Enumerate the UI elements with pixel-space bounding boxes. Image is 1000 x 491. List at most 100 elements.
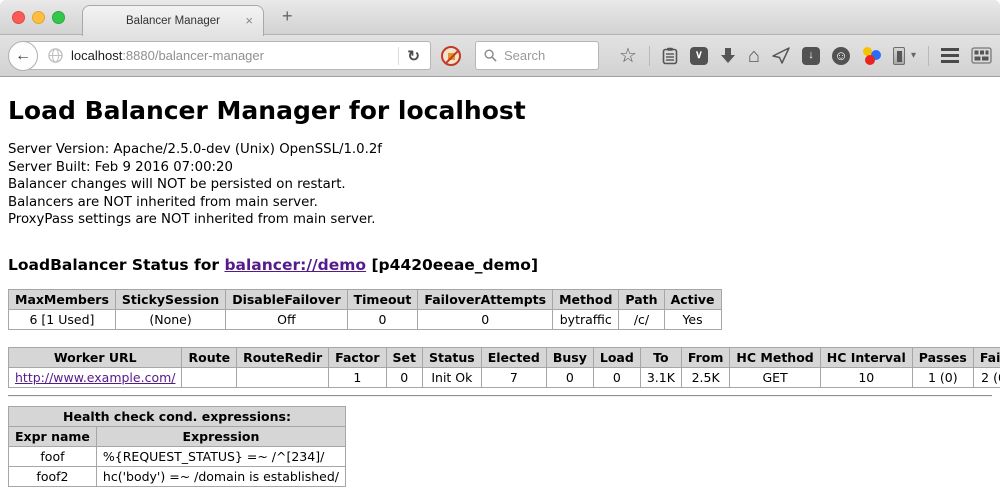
back-button[interactable]: ← [8,41,38,71]
close-tab-icon[interactable]: × [245,14,253,27]
balancer-data-row: 6 [1 Used] (None) Off 0 0 bytraffic /c/ … [9,309,722,329]
table-cell: 3.1K [640,367,681,387]
bookmark-star-icon[interactable]: ☆ [619,47,637,65]
table-cell: bytraffic [553,309,619,329]
table-cell: 0 [546,367,593,387]
worker-data-row: http://www.example.com/ 1 0 Init Ok 7 0 … [9,367,1000,387]
column-header: Busy [546,347,593,367]
table-cell: 10 [820,367,912,387]
table-cell: 1 [329,367,386,387]
reload-button[interactable]: ↻ [403,47,424,65]
colored-dots-extension-icon[interactable] [862,46,881,65]
clipboard-icon[interactable] [662,47,678,65]
column-header: StickySession [115,289,225,309]
section-divider [8,395,992,397]
search-input[interactable]: Search [475,41,599,70]
navigation-toolbar: ← localhost:8880/balancer-manager ↻ Sear… [0,35,1000,77]
urlbar-divider [398,47,399,65]
expr-name-cell: foof [9,446,97,466]
send-plane-icon[interactable] [772,47,790,64]
column-header: Factor [329,347,386,367]
table-cell: 0 [593,367,640,387]
column-header: HC Method [730,347,820,367]
health-title-row: Health check cond. expressions: [9,406,346,426]
table-cell: 2.5K [681,367,730,387]
table-cell: 0 [347,309,418,329]
health-data-row: foof2 hc('body') =~ /domain is establish… [9,466,346,486]
table-cell [237,367,329,387]
balancer-status-heading: LoadBalancer Status for balancer://demo … [8,256,992,274]
url-group: ← localhost:8880/balancer-manager ↻ [8,41,431,70]
back-icon: ← [15,47,31,65]
download-arrow-icon: ↓ [808,50,814,61]
table-cell: 7 [481,367,546,387]
column-header: Active [664,289,721,309]
balancers-notice-line: Balancers are NOT inherited from main se… [8,194,992,212]
column-header: Set [386,347,422,367]
url-text: localhost:8880/balancer-manager [71,48,394,63]
server-built-line: Server Built: Feb 9 2016 07:00:20 [8,159,992,177]
expression-cell: %{REQUEST_STATUS} =~ /^[234]/ [96,446,345,466]
column-header: Expression [96,426,345,446]
health-data-row: foof %{REQUEST_STATUS} =~ /^[234]/ [9,446,346,466]
downloads-icon[interactable] [720,47,736,64]
persist-notice-line: Balancer changes will NOT be persisted o… [8,176,992,194]
chevron-down-icon[interactable]: ▾ [911,50,916,61]
table-cell: (None) [115,309,225,329]
address-bar[interactable]: localhost:8880/balancer-manager ↻ [23,41,431,70]
feedback-smiley-icon[interactable]: ☺ [832,47,850,65]
battery-extension-icon[interactable] [893,47,905,65]
window-titlebar: Balancer Manager × + [0,0,1000,35]
menu-icon[interactable] [941,48,959,63]
plugin-blocked-icon[interactable] [441,46,461,66]
table-cell: 2 (0) [973,367,1000,387]
toolbar-divider [928,46,929,66]
column-header: Fails [973,347,1000,367]
balancer-demo-link[interactable]: balancer://demo [224,256,366,274]
red-dot-icon [865,55,875,65]
pocket-icon[interactable]: ∨ [690,47,708,65]
grid-icon[interactable] [971,47,992,64]
column-header: To [640,347,681,367]
expr-name-cell: foof2 [9,466,97,486]
balancer-table: MaxMembers StickySession DisableFailover… [8,289,722,330]
status-heading-suffix: [p4420eeae_demo] [366,256,538,274]
tab-balancer-manager[interactable]: Balancer Manager × [82,5,264,36]
plugin-slash-icon [442,48,460,65]
home-icon[interactable]: ⌂ [748,47,760,65]
search-icon [484,49,497,62]
close-window-button[interactable] [12,11,25,24]
url-domain: localhost [71,48,122,63]
column-header: DisableFailover [226,289,347,309]
battery-fill-icon [897,51,902,62]
table-cell: Yes [664,309,721,329]
server-info: Server Version: Apache/2.5.0-dev (Unix) … [8,141,992,229]
table-cell: 0 [418,309,553,329]
toolbar-divider [649,46,650,66]
column-header: Method [553,289,619,309]
table-cell: 0 [386,367,422,387]
worker-header-row: Worker URL Route RouteRedir Factor Set S… [9,347,1000,367]
worker-url-cell: http://www.example.com/ [9,367,182,387]
health-table-title: Health check cond. expressions: [9,406,346,426]
column-header: FailoverAttempts [418,289,553,309]
column-header: Elected [481,347,546,367]
globe-icon [48,48,63,63]
zoom-window-button[interactable] [52,11,65,24]
table-cell [182,367,237,387]
table-cell: GET [730,367,820,387]
worker-table: Worker URL Route RouteRedir Factor Set S… [8,347,1000,388]
status-heading-prefix: LoadBalancer Status for [8,256,224,274]
table-cell: /c/ [619,309,664,329]
page-content: Load Balancer Manager for localhost Serv… [0,77,1000,491]
column-header: Status [423,347,482,367]
new-tab-button[interactable]: + [282,6,293,27]
smiley-icon: ☺ [834,50,847,61]
url-path: :8880/balancer-manager [122,48,264,63]
worker-url-link[interactable]: http://www.example.com/ [15,370,175,385]
health-header-row: Expr name Expression [9,426,346,446]
minimize-window-button[interactable] [32,11,45,24]
server-version-line: Server Version: Apache/2.5.0-dev (Unix) … [8,141,992,159]
column-header: Expr name [9,426,97,446]
download-manager-icon[interactable]: ↓ [802,47,820,65]
